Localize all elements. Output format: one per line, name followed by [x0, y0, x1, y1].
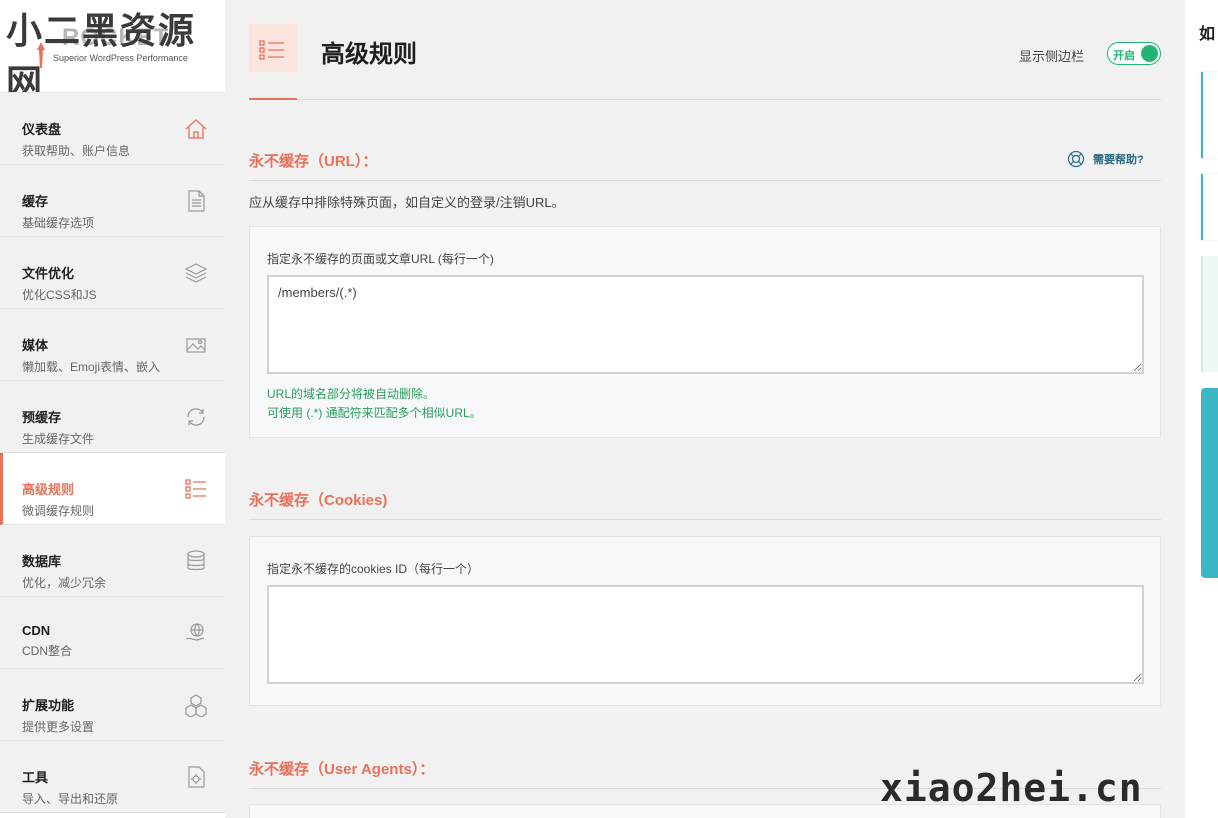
watermark-top: 小二黑资源网: [6, 10, 197, 93]
page-header: 高级规则 显示侧边栏 开启: [249, 0, 1161, 100]
toggle-knob: [1141, 45, 1158, 62]
home-icon: [184, 117, 208, 141]
sidebar: ROCKET Superior WordPress Performance 小二…: [0, 0, 225, 818]
right-sidebar-card[interactable]: [1201, 72, 1218, 158]
sidebar-item-subtitle: 导入、导出和还原: [22, 792, 119, 806]
list-icon: [184, 477, 208, 501]
sidebar-item-addons[interactable]: 扩展功能 提供更多设置: [0, 669, 225, 741]
section-title-cookies: 永不缓存（Cookies): [249, 492, 388, 509]
page-title: 高级规则: [321, 41, 417, 68]
sidebar-item-cdn[interactable]: CDN CDN整合: [0, 597, 225, 669]
section-divider: [249, 180, 1161, 181]
sidebar-toggle-label: 显示侧边栏: [1019, 49, 1085, 64]
sidebar-item-tools[interactable]: 工具 导入、导出和还原: [0, 741, 225, 813]
globe-hand-icon: [184, 621, 208, 645]
sidebar-item-media[interactable]: 媒体 懒加载、Emoji表情、嵌入: [0, 309, 225, 381]
sidebar-item-subtitle: 微调缓存规则: [22, 504, 95, 518]
refresh-icon: [184, 405, 208, 429]
main-content: 高级规则 显示侧边栏 开启 永不缓存（URL）： 需要帮助? 应从缓存中排除特殊…: [249, 0, 1161, 818]
hint-line: URL的域名部分将被自动删除。: [267, 387, 436, 401]
hint-line: 可使用 (.*) 通配符来匹配多个相似URL。: [267, 406, 482, 420]
help-label: 需要帮助?: [1093, 154, 1144, 166]
sidebar-item-subtitle: 懒加载、Emoji表情、嵌入: [22, 360, 161, 374]
sidebar-item-advanced-rules[interactable]: 高级规则 微调缓存规则: [0, 453, 225, 525]
watermark-bottom: xiao2hei.cn: [880, 766, 1143, 810]
sidebar-item-subtitle: 优化CSS和JS: [22, 288, 97, 302]
list-icon: [249, 24, 297, 72]
field-hint: URL的域名部分将被自动删除。 可使用 (.*) 通配符来匹配多个相似URL。: [267, 385, 482, 423]
cookies-exclusion-box: 指定永不缓存的cookies ID（每行一个）: [249, 536, 1161, 706]
never-cache-urls-textarea[interactable]: [267, 275, 1144, 374]
sidebar-item-cache[interactable]: 缓存 基础缓存选项: [0, 165, 225, 237]
section-title-user-agents: 永不缓存（User Agents）：: [249, 761, 435, 778]
database-icon: [184, 549, 208, 573]
url-exclusion-box: 指定永不缓存的页面或文章URL (每行一个) URL的域名部分将被自动删除。 可…: [249, 226, 1161, 438]
right-sidebar-card: [1201, 256, 1218, 372]
toggle-state-label: 开启: [1113, 50, 1135, 62]
section-divider: [249, 519, 1161, 520]
lifebuoy-icon: [1067, 150, 1085, 168]
logo: ROCKET Superior WordPress Performance 小二…: [0, 0, 225, 93]
field-label: 指定永不缓存的页面或文章URL (每行一个): [267, 252, 494, 266]
layers-icon: [184, 261, 208, 285]
sidebar-item-subtitle: 优化，减少冗余: [22, 576, 107, 590]
sidebar-item-dashboard[interactable]: 仪表盘 获取帮助、账户信息: [0, 93, 225, 165]
sidebar-item-subtitle: 获取帮助、账户信息: [22, 144, 131, 158]
sidebar-item-subtitle: 提供更多设置: [22, 720, 95, 734]
never-cache-cookies-textarea[interactable]: [267, 585, 1144, 684]
right-sidebar-card[interactable]: [1201, 174, 1218, 240]
sidebar-item-file-optimization[interactable]: 文件优化 优化CSS和JS: [0, 237, 225, 309]
header-underline: [249, 98, 297, 100]
right-sidebar: 如: [1185, 0, 1218, 818]
sidebar-item-database[interactable]: 数据库 优化，减少冗余: [0, 525, 225, 597]
section-title-urls: 永不缓存（URL）：: [249, 153, 378, 170]
image-icon: [184, 333, 208, 357]
right-sidebar-banner[interactable]: [1201, 388, 1218, 578]
sidebar-toggle[interactable]: 开启: [1107, 42, 1161, 65]
cubes-icon: [184, 693, 208, 718]
sidebar-item-subtitle: 基础缓存选项: [22, 216, 95, 230]
document-icon: [184, 189, 208, 213]
right-sidebar-title: 如: [1199, 26, 1216, 43]
sidebar-item-preload[interactable]: 预缓存 生成缓存文件: [0, 381, 225, 453]
tools-icon: [184, 765, 208, 789]
field-label: 指定永不缓存的cookies ID（每行一个）: [267, 562, 480, 576]
sidebar-item-subtitle: 生成缓存文件: [22, 432, 95, 446]
section-description: 应从缓存中排除特殊页面，如自定义的登录/注销URL。: [249, 195, 565, 210]
help-link[interactable]: 需要帮助?: [1067, 150, 1144, 168]
